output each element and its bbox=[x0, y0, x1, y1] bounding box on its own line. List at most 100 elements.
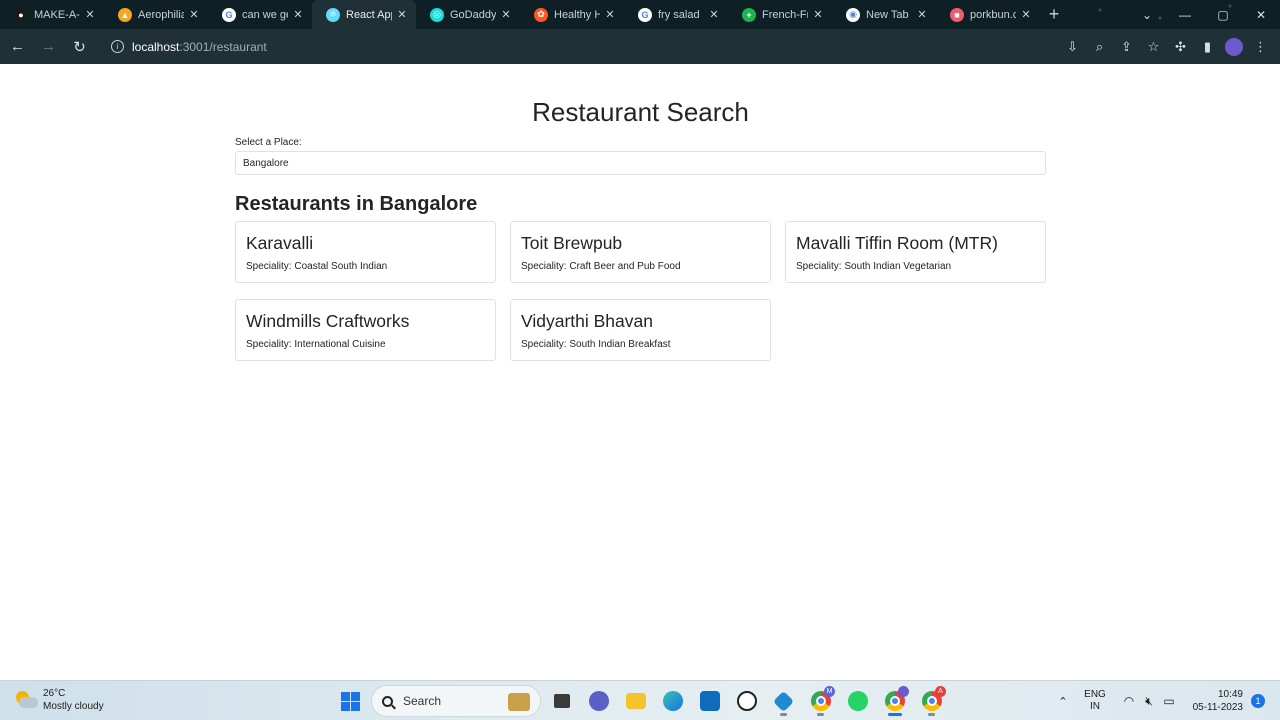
maximize-button[interactable]: ▢ bbox=[1204, 0, 1242, 29]
chrome-active-button[interactable] bbox=[876, 685, 913, 717]
restaurant-name: Toit Brewpub bbox=[521, 233, 623, 253]
bookmark-star-icon[interactable]: ☆ bbox=[1140, 39, 1167, 55]
tab-title: React App bbox=[346, 8, 392, 21]
arrow-right-icon: → bbox=[41, 38, 56, 55]
browser-tab[interactable]: Gfry salad ✕ bbox=[624, 0, 728, 29]
browser-tab[interactable]: Gcan we ge ✕ bbox=[208, 0, 312, 29]
new-tab-button[interactable]: + bbox=[1040, 0, 1068, 29]
clock-time: 10:49 bbox=[1217, 689, 1243, 700]
weather-widget[interactable]: 26°C Mostly cloudy bbox=[14, 687, 104, 713]
profile-avatar[interactable] bbox=[1225, 37, 1243, 56]
tab-favicon-icon: G bbox=[638, 7, 652, 22]
url-path: :3001/restaurant bbox=[179, 39, 267, 54]
forward-button[interactable]: → bbox=[35, 33, 62, 60]
file-explorer-button[interactable] bbox=[617, 685, 654, 717]
window-controls: ⌄ — ▢ ✕ bbox=[1128, 0, 1280, 29]
tab-close-icon[interactable]: ✕ bbox=[500, 8, 512, 21]
tab-close-icon[interactable]: ✕ bbox=[604, 8, 616, 21]
tab-close-icon[interactable]: ✕ bbox=[1020, 8, 1032, 21]
browser-tab[interactable]: ⚛ React App ✕ bbox=[312, 0, 416, 29]
notification-badge[interactable]: 1 bbox=[1251, 694, 1265, 708]
dell-button[interactable] bbox=[728, 685, 765, 717]
main-container: Restaurant Search Select a Place: Bangal… bbox=[235, 64, 1046, 361]
browser-toolbar: ← → ↻ i localhost :3001/restaurant ⇩ ⌕ ⇪… bbox=[0, 29, 1280, 64]
menu-kebab-icon[interactable]: ⋮ bbox=[1247, 39, 1274, 55]
quick-settings[interactable]: ◠ 🔇︎ ▭ bbox=[1119, 694, 1179, 709]
side-panel-icon[interactable]: ▮ bbox=[1194, 39, 1221, 55]
browser-tab[interactable]: ◉ New Tab ✕ bbox=[832, 0, 936, 29]
tab-title: MAKE-A-TI bbox=[34, 8, 80, 21]
install-app-icon[interactable]: ⇩ bbox=[1059, 39, 1086, 55]
folder-icon bbox=[625, 693, 646, 709]
profile-badge: A bbox=[935, 686, 946, 697]
share-icon[interactable]: ⇪ bbox=[1113, 39, 1140, 55]
start-button[interactable] bbox=[332, 685, 369, 717]
clock[interactable]: 10:49 05-11-2023 bbox=[1189, 688, 1243, 714]
edge-button[interactable] bbox=[654, 685, 691, 717]
reload-button[interactable]: ↻ bbox=[66, 33, 93, 60]
chrome-profile-a-button[interactable]: A bbox=[913, 685, 950, 717]
search-icon bbox=[382, 695, 393, 707]
browser-tab[interactable]: ✿ Healthy H ✕ bbox=[520, 0, 624, 29]
tab-title: French-Fr bbox=[762, 8, 808, 21]
region-code: IN bbox=[1090, 701, 1100, 712]
tab-favicon-icon: ◎ bbox=[430, 7, 444, 22]
tab-close-icon[interactable]: ✕ bbox=[188, 8, 200, 21]
arrow-left-icon: ← bbox=[10, 38, 25, 55]
taskbar-search[interactable]: Search bbox=[371, 685, 541, 717]
restaurant-speciality: Speciality: South Indian Vegetarian bbox=[796, 261, 952, 272]
browser-tab[interactable]: ● MAKE-A-TI ✕ bbox=[0, 0, 104, 29]
tab-search-icon[interactable]: ⌄ bbox=[1128, 0, 1166, 29]
restaurant-name: Karavalli bbox=[246, 233, 314, 253]
address-bar[interactable]: i localhost :3001/restaurant bbox=[101, 33, 1061, 60]
tab-title: Aerophilia bbox=[138, 8, 184, 21]
place-select[interactable]: Bangalore bbox=[235, 151, 1046, 175]
speaker-muted-icon: 🔇︎ bbox=[1145, 693, 1153, 708]
weather-condition: Mostly cloudy bbox=[43, 701, 104, 712]
restaurant-card: Vidyarthi Bhavan Speciality: South India… bbox=[510, 299, 771, 361]
url-host: localhost bbox=[132, 39, 180, 54]
tab-close-icon[interactable]: ✕ bbox=[812, 8, 824, 21]
language-code: ENG bbox=[1084, 689, 1106, 700]
restaurant-card: Karavalli Speciality: Coastal South Indi… bbox=[235, 221, 496, 283]
tab-list: ● MAKE-A-TI ✕ ▲ Aerophilia ✕ Gcan we ge ✕ ⚛ React… bbox=[0, 0, 1040, 29]
tab-close-icon[interactable]: ✕ bbox=[292, 8, 304, 21]
clock-date: 05-11-2023 bbox=[1192, 702, 1243, 713]
tab-close-icon[interactable]: ✕ bbox=[84, 8, 96, 21]
minimize-button[interactable]: — bbox=[1166, 0, 1204, 29]
restaurant-card: Mavalli Tiffin Room (MTR) Speciality: So… bbox=[785, 221, 1046, 283]
browser-tab[interactable]: ■ porkbun.c ✕ bbox=[936, 0, 1040, 29]
partly-cloudy-icon bbox=[14, 690, 38, 710]
back-button[interactable]: ← bbox=[4, 33, 31, 60]
tab-title: can we ge bbox=[242, 8, 288, 21]
tab-close-icon[interactable]: ✕ bbox=[708, 8, 720, 21]
profile-avatar-badge bbox=[898, 686, 909, 697]
whatsapp-button[interactable] bbox=[839, 685, 876, 717]
browser-tab[interactable]: ▲ Aerophilia ✕ bbox=[104, 0, 208, 29]
browser-tab[interactable]: ◎ GoDaddy ✕ bbox=[416, 0, 520, 29]
restaurant-speciality: Speciality: South Indian Breakfast bbox=[521, 339, 671, 350]
chrome-profile-m-button[interactable]: M bbox=[802, 685, 839, 717]
task-view-button[interactable] bbox=[543, 685, 580, 717]
teams-chat-button[interactable] bbox=[580, 685, 617, 717]
extensions-icon[interactable]: ✣ bbox=[1167, 39, 1194, 55]
browser-tab[interactable]: + French-Fr ✕ bbox=[728, 0, 832, 29]
store-button[interactable] bbox=[691, 685, 728, 717]
chevron-up-icon[interactable]: ⌃ bbox=[1051, 695, 1075, 708]
language-indicator[interactable]: ENG IN bbox=[1075, 689, 1115, 713]
close-window-button[interactable]: ✕ bbox=[1242, 0, 1280, 29]
vscode-button[interactable] bbox=[765, 685, 802, 717]
windows-logo-icon bbox=[341, 691, 360, 711]
taskbar-search-placeholder: Search bbox=[403, 694, 442, 708]
place-select-label: Select a Place: bbox=[235, 137, 302, 148]
restaurant-name: Mavalli Tiffin Room (MTR) bbox=[796, 233, 998, 253]
tab-close-icon[interactable]: ✕ bbox=[396, 8, 408, 21]
tab-close-icon[interactable]: ✕ bbox=[916, 8, 928, 21]
site-info-icon[interactable]: i bbox=[111, 40, 124, 53]
tab-favicon-icon: ■ bbox=[950, 7, 964, 22]
tab-favicon-icon: ◉ bbox=[846, 7, 860, 22]
tab-favicon-icon: + bbox=[742, 7, 756, 22]
dell-icon bbox=[736, 691, 757, 711]
zoom-icon[interactable]: ⌕ bbox=[1086, 39, 1113, 55]
restaurant-name: Windmills Craftworks bbox=[246, 311, 410, 331]
